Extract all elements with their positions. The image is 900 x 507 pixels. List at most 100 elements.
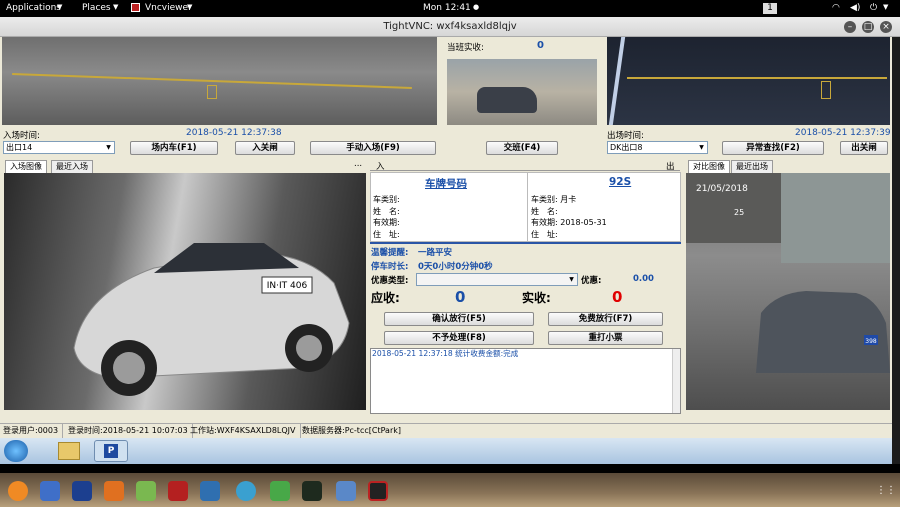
apps-grid-icon[interactable]: ⋮⋮ [876,485,896,496]
discount-value: 0.00 [633,274,654,284]
paid-label: 实收: [522,291,551,305]
git-icon[interactable] [104,481,124,501]
discount-type-select[interactable]: ▼ [416,273,578,286]
center-camera-feed [447,59,597,125]
applications-chevron-icon: ▼ [57,3,63,11]
lane-arrow [821,81,831,99]
vnc-bottom-edge [0,464,900,473]
window-titlebar: TightVNC: wxf4ksaxld8lqjv – □ × [0,17,900,37]
folder-icon[interactable] [58,442,80,460]
workspace-indicator[interactable]: 1 [763,3,777,14]
reprint-ticket-button[interactable]: 重打小票 [548,331,663,345]
power-icon[interactable]: ⏻ [870,3,877,13]
parking-app-taskbar-button[interactable]: P [94,440,128,462]
ignore-button[interactable]: 不予处理(F8) [384,331,534,345]
notes-icon[interactable] [136,481,156,501]
shift-revenue-value: 0 [537,40,544,51]
out-field: 住 址: [531,229,558,239]
lane-line [608,37,626,125]
malwarebytes-icon[interactable] [72,481,92,501]
paid-value: 0 [612,288,623,306]
windows-start-icon[interactable] [4,440,28,462]
out-field: 车类别: 月卡 [531,195,577,204]
applications-menu[interactable]: Applications [6,3,61,13]
exit-gate-select[interactable]: DK出口8 ▼ [607,141,708,154]
in-fields: 车类别: 姓 名: 有效期: 住 址: [373,194,400,240]
entry-camera-feed [2,37,437,125]
inpark-car-button[interactable]: 场内车(F1) [130,141,218,155]
abnormal-search-button[interactable]: 异常查找(F2) [722,141,824,155]
files-icon[interactable] [40,481,60,501]
lane-marking [627,77,887,79]
out-field: 姓 名: [531,206,558,216]
open-entry-gate-button[interactable]: 入关闸 [235,141,295,155]
out-fields: 车类别: 月卡姓 名: 有效期: 2018-05-31 住 址: [531,194,607,240]
out-header: 出 [666,162,675,172]
open-exit-gate-button[interactable]: 出关闸 [840,141,888,155]
vncviewer-app-icon [131,3,140,12]
tab-recent-exit[interactable]: 最近出场 [731,160,773,173]
in-header: 入 [376,162,385,172]
places-menu[interactable]: Places [82,3,111,13]
chevron-down-icon: ▼ [569,276,574,283]
in-plate-link[interactable]: 车牌号码 [425,176,467,191]
entry-more-button[interactable]: ... [354,159,362,169]
shift-revenue-label: 当班实收: [447,43,484,53]
entry-plate-text: IN·IT 406 [267,281,308,291]
monitor-icon[interactable] [200,481,220,501]
handover-button[interactable]: 交班(F4) [486,141,558,155]
clock[interactable]: Mon 12:41 [423,3,471,13]
maximize-button[interactable]: □ [862,21,874,33]
entry-gate-select[interactable]: 出口14 ▼ [3,141,115,154]
out-plate-link[interactable]: 92S [609,176,631,188]
pycharm-icon[interactable] [302,481,322,501]
recycle-icon[interactable] [270,481,290,501]
confirm-release-button[interactable]: 确认放行(F5) [384,312,534,326]
car-photo: IN·IT 406 [73,243,350,396]
greeting-value: 一路平安 [418,248,453,258]
tab-entry-image[interactable]: 入场图像 [5,160,47,173]
exit-camera-feed [607,37,890,125]
discount-type-label: 优惠类型: [371,276,409,286]
due-value: 0 [455,288,466,306]
tab-recent-entry[interactable]: 最近入场 [51,160,93,173]
in-field: 车类别: [373,195,400,204]
entry-time-value: 2018-05-21 12:37:38 [186,128,282,138]
status-bar: 登录用户:0003 登录时间:2018-05-21 10:07:03 工作站:W… [0,423,892,438]
log-scrollbar[interactable] [672,349,680,413]
lane-arrow [207,85,217,99]
firefox-icon[interactable] [8,481,28,501]
duration-value: 0天0小时0分钟0秒 [418,262,493,272]
tab-compare-image[interactable]: 对比图像 [688,160,730,173]
manual-entry-button[interactable]: 手动入场(F9) [310,141,436,155]
notification-dot-icon: ● [473,3,480,11]
vehicle-info-panel: 车牌号码 92S 车类别: 姓 名: 有效期: 住 址: 车类别: 月卡姓 名: 有效期… [370,172,681,242]
terminal-icon[interactable] [168,481,188,501]
wifi-icon[interactable]: ◠ [832,3,840,13]
free-release-button[interactable]: 免费放行(F7) [548,312,663,326]
exit-image: 398 21/05/2018 25 [686,173,890,410]
exit-timestamp: 21/05/2018 [696,184,748,194]
parking-app: 当班实收: 0 入场时间: 2018-05-21 12:37:38 出口14 ▼ … [0,37,892,438]
close-button[interactable]: × [880,21,892,33]
gnome-top-bar: Applications ▼ Places ▼ Vncviewer ▼ Mon … [0,0,900,17]
log-entry: 2018-05-21 12:37:18 统计收费金额:完成 [372,349,519,358]
event-log[interactable]: 2018-05-21 12:37:18 统计收费金额:完成2018-05-21 … [370,348,681,414]
duration-label: 停车时长: [371,262,409,272]
system-chevron-icon[interactable]: ▼ [883,3,888,11]
exit-time-label: 出场时间: [607,131,644,141]
status-server: 数据服务器:Pc-tcc[CtPark] [302,426,401,435]
car-shape [477,87,537,113]
volume-icon[interactable]: ◀) [850,3,860,13]
vncviewer-menu[interactable]: Vncviewer [145,3,192,13]
minimize-button[interactable]: – [844,21,856,33]
chevron-down-icon: ▼ [699,144,704,151]
in-field: 住 址: [373,229,400,239]
entry-time-label: 入场时间: [3,131,40,141]
vncviewer-dock-icon[interactable] [368,481,388,501]
due-label: 应收: [371,291,400,305]
in-field: 有效期: [373,218,400,227]
eye-icon[interactable] [236,481,256,501]
virtualbox-icon[interactable] [336,481,356,501]
chevron-down-icon: ▼ [106,144,111,151]
